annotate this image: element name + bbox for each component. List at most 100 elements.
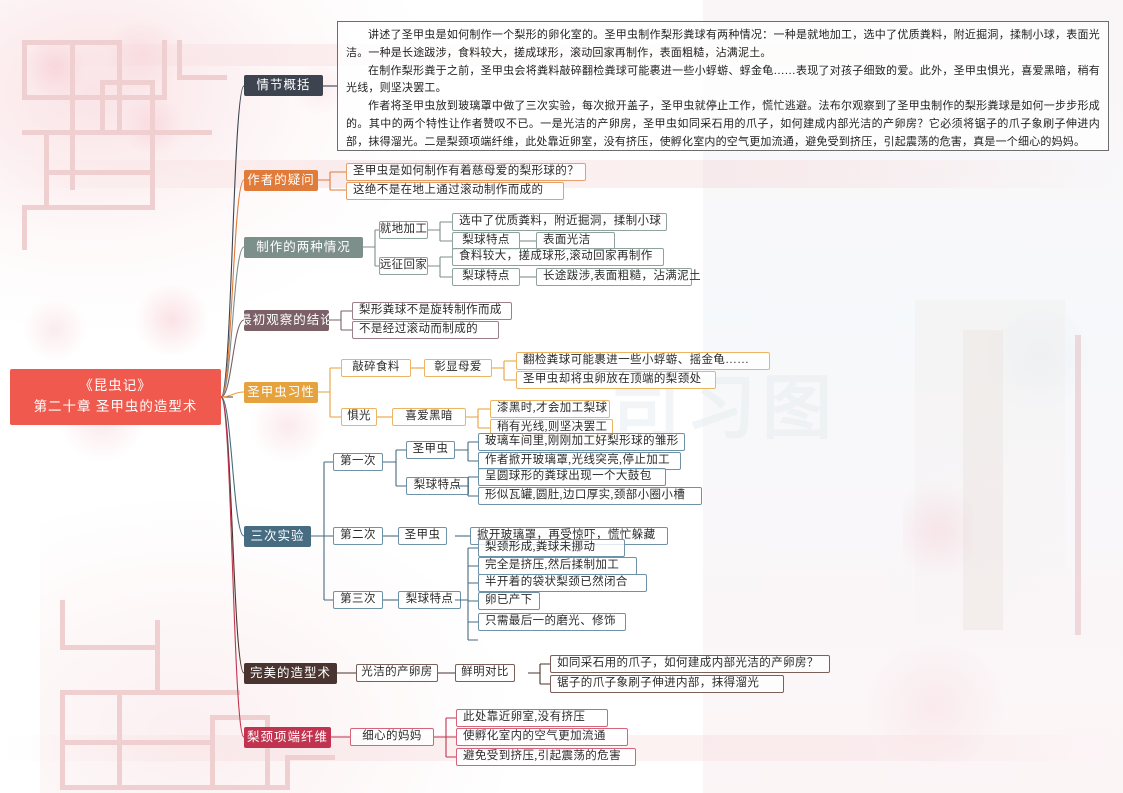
node-fear-light[interactable]: 惧光	[341, 408, 377, 426]
node-text: 形似瓦罐,圆肚,边口厚实,颈部小圈小槽	[485, 489, 686, 502]
node-exp1-pear-detail-1[interactable]: 呈圆球形的粪球出现一个大鼓包	[478, 468, 666, 486]
node-mother-detail-1[interactable]: 此处靠近卵室,没有挤压	[456, 709, 608, 727]
node-text: 梨球特点	[405, 593, 454, 606]
node-careful-mother[interactable]: 细心的妈妈	[350, 728, 434, 746]
node-exp3-pear-traits[interactable]: 梨球特点	[398, 591, 461, 609]
node-text: 第一次	[340, 455, 376, 468]
node-onsite-detail[interactable]: 选中了优质粪料，附近掘洞，揉制小球	[452, 213, 667, 231]
node-long-journey[interactable]: 远征回家	[379, 257, 428, 275]
central-title-line1: 《昆虫记》	[79, 378, 152, 394]
node-exp3-detail-1[interactable]: 梨颈形成,粪球未挪动	[478, 539, 625, 557]
central-title-line2: 第二十章 圣甲虫的造型术	[33, 399, 198, 414]
node-exp3-detail-4[interactable]: 卵已产下	[478, 592, 540, 610]
node-text: 梨球特点	[462, 234, 510, 247]
node-text: 避免受到挤压,引起震荡的危害	[463, 750, 621, 763]
branch-label-experiments[interactable]: 三次实验	[244, 526, 311, 547]
node-text: 表面光洁	[543, 234, 591, 247]
branch-label-two-cases[interactable]: 制作的两种情况	[244, 237, 363, 258]
node-exp3-detail-5[interactable]: 只需最后一的磨光、修饰	[478, 613, 626, 631]
node-text: 圣甲虫却将虫卵放在顶端的梨颈处	[523, 373, 702, 386]
branch-first-conclusion-text: 最初观察的结论	[239, 313, 334, 328]
node-text: 使孵化室内的空气更加流通	[463, 730, 606, 743]
node-onsite-processing[interactable]: 就地加工	[379, 221, 428, 239]
node-text: 翻检粪球可能裹进一些小蜉蝣、摇金龟……	[523, 354, 750, 367]
branch-summary-text: 情节概括	[256, 78, 311, 93]
branch-label-pear-fiber[interactable]: 梨颈项端纤维	[244, 727, 331, 748]
node-first-conclusion-2[interactable]: 不是经过滚动而制成的	[352, 321, 499, 339]
node-long-journey-detail[interactable]: 食料较大，搓成球形,滚动回家再制作	[452, 248, 664, 266]
node-text: 喜爱黑暗	[405, 410, 453, 423]
branch-label-first-conclusion[interactable]: 最初观察的结论	[239, 310, 333, 331]
node-text: 第三次	[340, 593, 376, 606]
node-love-darkness[interactable]: 喜爱黑暗	[392, 408, 466, 426]
node-crush-food[interactable]: 敲碎食料	[341, 359, 411, 377]
node-text: 圣甲虫是如何制作有着慈母爱的梨形球的？	[353, 165, 580, 178]
node-darkness-detail-1[interactable]: 漆黑时,才会加工梨球	[490, 400, 610, 418]
node-text: 食料较大，搓成球形,滚动回家再制作	[459, 250, 653, 263]
node-experiment-2[interactable]: 第二次	[333, 527, 383, 545]
node-text: 鲜明对比	[461, 666, 509, 679]
node-author-question-1[interactable]: 圣甲虫是如何制作有着慈母爱的梨形球的？	[346, 163, 586, 181]
node-text: 就地加工	[379, 223, 428, 236]
summary-text-block: 讲述了圣甲虫是如何制作一个梨形的卵化室的。圣甲虫制作梨形粪球有两种情况：一种是就…	[337, 21, 1109, 151]
mindmap-canvas: 《昆虫记》 第二十章 圣甲虫的造型术 情节概括 讲述了圣甲虫是如何制作一个梨形的…	[0, 0, 1123, 793]
node-text: 梨形粪球不是旋转制作而成	[359, 304, 502, 317]
branch-label-perfect-craft[interactable]: 完美的造型术	[244, 663, 337, 684]
node-mother-detail-3[interactable]: 避免受到挤压,引起震荡的危害	[456, 748, 636, 766]
branch-label-habits[interactable]: 圣甲虫习性	[244, 382, 318, 403]
node-exp1-beetle-detail-1[interactable]: 玻璃车间里,刚刚加工好梨形球的雏形	[478, 433, 685, 451]
summary-paragraph-3: 作者将圣甲虫放到玻璃罩中做了三次实验，每次掀开盖子，圣甲虫就停止工作，慌忙逃避。…	[346, 100, 1100, 148]
branch-experiments-text: 三次实验	[250, 529, 305, 544]
node-mother-detail-2[interactable]: 使孵化室内的空气更加流通	[456, 728, 628, 746]
node-text: 这绝不是在地上通过滚动制作而成的	[353, 184, 544, 197]
node-text: 卵已产下	[485, 594, 533, 607]
node-smooth-egg-chamber[interactable]: 光洁的产卵房	[356, 664, 438, 682]
node-exp1-pear-detail-2[interactable]: 形似瓦罐,圆肚,边口厚实,颈部小圈小槽	[478, 487, 702, 505]
node-text: 作者掀开玻璃罩,光线突亮,停止加工	[485, 454, 671, 467]
node-experiment-3[interactable]: 第三次	[333, 591, 383, 609]
node-exp3-detail-3[interactable]: 半开着的袋状梨颈已然闭合	[478, 574, 647, 592]
node-sharp-contrast[interactable]: 鲜明对比	[455, 664, 515, 682]
node-contrast-detail-1[interactable]: 如同采石用的爪子，如何建成内部光洁的产卵房？	[550, 655, 830, 673]
node-text: 玻璃车间里,刚刚加工好梨形球的雏形	[485, 435, 679, 448]
node-text: 完全是挤压,然后揉制加工	[485, 559, 620, 572]
node-author-question-2[interactable]: 这绝不是在地上通过滚动制作而成的	[346, 182, 564, 200]
node-text: 圣甲虫	[412, 443, 449, 456]
node-contrast-detail-2[interactable]: 锯子的爪子象刷子伸进内部，抹得溜光	[550, 675, 784, 693]
node-text: 梨球特点	[462, 270, 510, 283]
node-text: 第二次	[340, 529, 376, 542]
node-text: 选中了优质粪料，附近掘洞，揉制小球	[459, 215, 662, 228]
branch-perfect-craft-text: 完美的造型术	[250, 666, 332, 681]
node-text: 惧光	[347, 410, 371, 423]
node-exp1-pear-traits[interactable]: 梨球特点	[406, 477, 469, 495]
node-text: 敲碎食料	[352, 361, 400, 374]
node-text: 不是经过滚动而制成的	[359, 323, 478, 336]
node-exp1-beetle[interactable]: 圣甲虫	[406, 441, 455, 459]
node-mother-love-detail-2[interactable]: 圣甲虫却将虫卵放在顶端的梨颈处	[516, 371, 716, 389]
branch-label-summary[interactable]: 情节概括	[244, 75, 323, 96]
node-text: 梨颈形成,粪球未挪动	[485, 541, 596, 554]
node-text: 只需最后一的磨光、修饰	[485, 615, 616, 628]
branch-habits-text: 圣甲虫习性	[247, 385, 315, 400]
node-text: 远征回家	[379, 259, 428, 272]
node-text: 漆黑时,才会加工梨球	[497, 402, 608, 415]
node-text: 长途跋涉,表面粗糙，沾满泥土	[543, 270, 701, 283]
branch-author-question-text: 作者的疑问	[247, 173, 315, 188]
node-mother-love-detail-1[interactable]: 翻检粪球可能裹进一些小蜉蝣、摇金龟……	[516, 352, 770, 370]
summary-paragraph-1: 讲述了圣甲虫是如何制作一个梨形的卵化室的。圣甲虫制作梨形粪球有两种情况：一种是就…	[346, 29, 1100, 59]
node-text: 彰显母爱	[434, 361, 482, 374]
node-text: 半开着的袋状梨颈已然闭合	[485, 576, 628, 589]
node-long-journey-pear-traits[interactable]: 梨球特点	[452, 268, 520, 286]
node-experiment-1[interactable]: 第一次	[333, 453, 383, 471]
branch-two-cases-text: 制作的两种情况	[256, 240, 351, 255]
node-exp3-detail-2[interactable]: 完全是挤压,然后揉制加工	[478, 557, 637, 575]
branch-pear-fiber-text: 梨颈项端纤维	[247, 730, 329, 745]
branch-label-author-question[interactable]: 作者的疑问	[244, 170, 318, 191]
node-first-conclusion-1[interactable]: 梨形粪球不是旋转制作而成	[352, 302, 512, 320]
node-text: 此处靠近卵室,没有挤压	[463, 711, 586, 724]
node-show-mother-love[interactable]: 彰显母爱	[424, 359, 492, 377]
central-topic[interactable]: 《昆虫记》 第二十章 圣甲虫的造型术	[10, 369, 221, 425]
node-exp2-beetle[interactable]: 圣甲虫	[398, 527, 447, 545]
node-long-journey-pear-traits-detail[interactable]: 长途跋涉,表面粗糙，沾满泥土	[536, 268, 701, 286]
summary-paragraph-2: 在制作梨形粪于之前，圣甲虫会将粪料敲碎翻检粪球可能裹进一些小蜉蝣、蜉金龟……表现…	[346, 64, 1100, 95]
